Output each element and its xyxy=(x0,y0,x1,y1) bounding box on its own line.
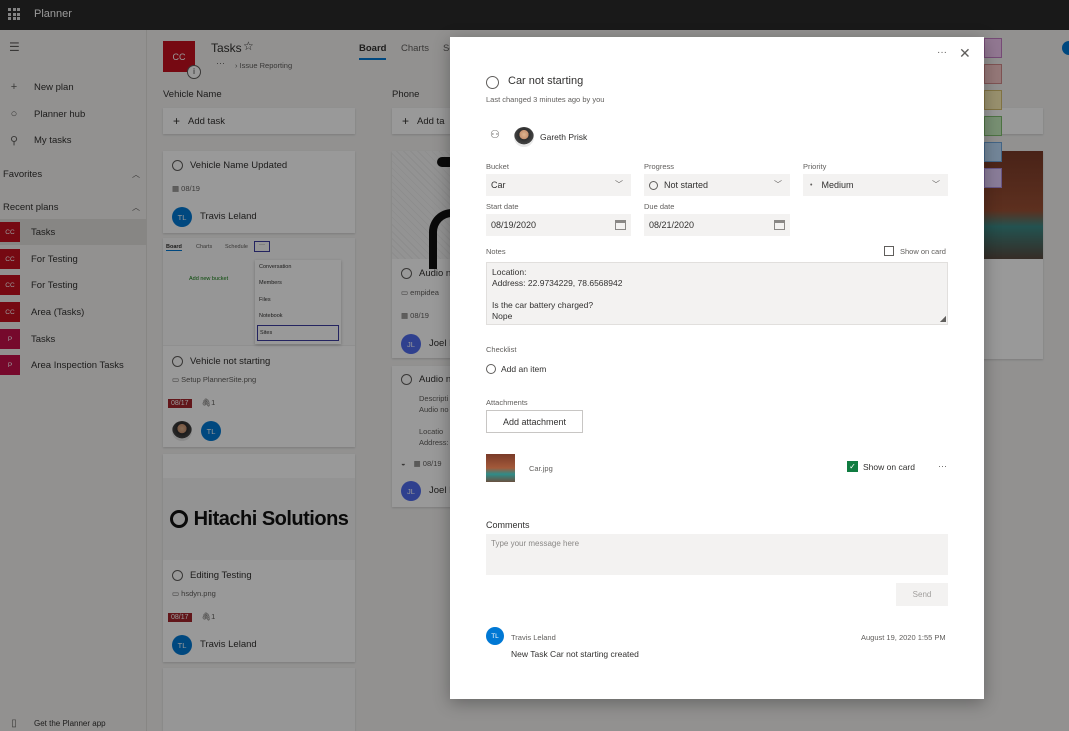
notes-textarea[interactable]: Location: Address: 22.9734229, 78.656894… xyxy=(486,262,948,325)
notes-line: Nope xyxy=(492,311,513,321)
task-details-dialog: ··· ✕ Car not starting Last changed 3 mi… xyxy=(450,37,984,699)
not-started-icon xyxy=(649,180,658,190)
last-changed-text: Last changed 3 minutes ago by you xyxy=(486,95,605,104)
comment-author: Travis Leland xyxy=(511,633,556,642)
notes-show-on-card-checkbox[interactable] xyxy=(884,246,894,256)
chevron-down-icon: ﹀ xyxy=(774,180,782,189)
close-icon[interactable]: ✕ xyxy=(959,45,971,62)
bucket-dropdown[interactable]: Car ﹀ xyxy=(486,174,631,196)
comments-label: Comments xyxy=(486,520,530,530)
notes-label: Notes xyxy=(486,247,506,256)
assignee-name[interactable]: Gareth Prisk xyxy=(540,132,587,142)
more-options-button[interactable]: ··· xyxy=(937,47,947,58)
chevron-down-icon: ﹀ xyxy=(932,180,940,189)
task-title-input[interactable]: Car not starting xyxy=(508,75,583,87)
attachment-more-button[interactable]: ··· xyxy=(938,461,947,471)
attachment-thumbnail[interactable] xyxy=(486,454,515,482)
attachment-name[interactable]: Car.jpg xyxy=(529,464,553,473)
priority-value: Medium xyxy=(821,180,854,190)
checkmark-icon[interactable]: ✓ xyxy=(847,461,858,472)
assign-person-icon[interactable]: ⚇ xyxy=(490,128,500,141)
progress-value: Not started xyxy=(664,180,709,190)
checklist-label: Checklist xyxy=(486,345,517,354)
checklist-circle-icon xyxy=(486,364,496,374)
send-button[interactable]: Send xyxy=(896,583,948,606)
notes-line: Address: 22.9734229, 78.6568942 xyxy=(492,278,623,288)
attachments-label: Attachments xyxy=(486,398,528,407)
calendar-icon[interactable] xyxy=(615,220,626,230)
bucket-label: Bucket xyxy=(486,162,509,171)
progress-label: Progress xyxy=(644,162,675,171)
add-checklist-item-input[interactable]: Add an item xyxy=(501,364,546,374)
comment-timestamp: August 19, 2020 1:55 PM xyxy=(861,633,946,642)
notes-line: Location: xyxy=(492,267,527,277)
calendar-icon[interactable] xyxy=(774,220,785,230)
assignee-avatar[interactable] xyxy=(514,127,534,147)
comment-avatar: TL xyxy=(486,627,504,645)
attachment-show-on-card-label[interactable]: Show on card xyxy=(863,462,915,472)
priority-label: Priority xyxy=(803,162,827,171)
notes-show-on-card-label[interactable]: Show on card xyxy=(900,247,946,256)
resize-handle-icon[interactable]: ◢ xyxy=(940,313,946,324)
priority-dropdown[interactable]: • Medium ﹀ xyxy=(803,174,948,196)
bucket-value: Car xyxy=(491,180,506,190)
progress-dropdown[interactable]: Not started ﹀ xyxy=(644,174,790,196)
start-date-label: Start date xyxy=(486,202,519,211)
notes-line: Is the car battery charged? xyxy=(492,300,594,310)
due-date-input[interactable]: 08/21/2020 xyxy=(644,214,790,236)
complete-circle-icon[interactable] xyxy=(486,76,499,89)
start-date-value: 08/19/2020 xyxy=(491,220,537,230)
comment-input[interactable]: Type your message here xyxy=(486,534,948,575)
due-date-label: Due date xyxy=(644,202,675,211)
due-date-value: 08/21/2020 xyxy=(649,220,695,230)
priority-dot-icon: • xyxy=(810,181,813,189)
comment-text: New Task Car not starting created xyxy=(511,649,639,659)
add-attachment-button[interactable]: Add attachment xyxy=(486,410,583,433)
start-date-input[interactable]: 08/19/2020 xyxy=(486,214,631,236)
chevron-down-icon: ﹀ xyxy=(615,180,623,189)
